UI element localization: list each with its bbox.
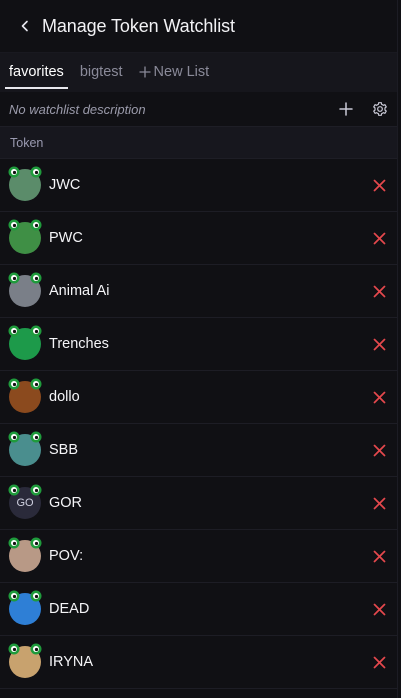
frog-eyes-icon: [8, 378, 42, 390]
remove-token-button[interactable]: [370, 547, 388, 565]
token-avatar-wrap: [8, 378, 42, 413]
token-name: PWC: [49, 230, 83, 246]
token-row[interactable]: IRYNA: [0, 636, 397, 689]
frog-eyes-icon: [8, 272, 42, 284]
page-title: Manage Token Watchlist: [42, 15, 235, 36]
frog-eyes-icon: [8, 325, 42, 337]
watchlist-panel: Manage Token Watchlist favorites bigtest…: [0, 0, 398, 698]
token-row[interactable]: JWC: [0, 159, 397, 212]
remove-token-button[interactable]: [370, 441, 388, 459]
remove-token-button[interactable]: [370, 282, 388, 300]
token-row[interactable]: PWC: [0, 212, 397, 265]
frog-eyes-icon: [8, 219, 42, 231]
token-name: SBB: [49, 442, 79, 458]
token-name: Animal Ai: [49, 283, 110, 299]
close-icon: [373, 232, 385, 244]
close-icon: [373, 550, 385, 562]
plus-icon: [339, 102, 353, 116]
chevron-left-icon: [21, 20, 28, 32]
token-row[interactable]: POV:: [0, 530, 397, 583]
new-list-label: New List: [153, 64, 210, 80]
close-icon: [373, 497, 385, 509]
token-list: JWC PWC Animal Ai Trenches dollo SBB GO GOR POV:…: [0, 159, 397, 689]
settings-button[interactable]: [371, 100, 389, 118]
header: Manage Token Watchlist: [0, 0, 397, 52]
token-avatar-wrap: [8, 590, 42, 625]
token-avatar-wrap: GO: [8, 484, 42, 519]
frog-eyes-icon: [8, 643, 42, 655]
token-column-header: Token: [0, 126, 397, 159]
token-row[interactable]: Animal Ai: [0, 265, 397, 318]
token-name: GOR: [49, 495, 83, 511]
frog-eyes-icon: [8, 166, 42, 178]
remove-token-button[interactable]: [370, 494, 388, 512]
close-icon: [373, 656, 385, 668]
column-header-label: Token: [10, 135, 44, 150]
close-icon: [373, 603, 385, 615]
token-avatar-wrap: [8, 643, 42, 678]
description-actions: [337, 100, 389, 118]
description-bar: No watchlist description: [0, 92, 397, 126]
frog-eyes-icon: [8, 590, 42, 602]
token-name: dollo: [49, 389, 80, 405]
tab-bigtest[interactable]: bigtest: [76, 60, 127, 85]
gear-icon: [373, 102, 387, 116]
close-icon: [373, 285, 385, 297]
frog-eyes-icon: [8, 431, 42, 443]
close-icon: [373, 444, 385, 456]
token-row[interactable]: GO GOR: [0, 477, 397, 530]
remove-token-button[interactable]: [370, 600, 388, 618]
token-name: JWC: [49, 177, 81, 193]
token-row[interactable]: Trenches: [0, 318, 397, 371]
token-name: Trenches: [49, 336, 109, 352]
frog-eyes-icon: [8, 537, 42, 549]
close-icon: [373, 391, 385, 403]
token-avatar-wrap: [8, 537, 42, 572]
token-name: IRYNA: [49, 654, 94, 670]
token-row[interactable]: DEAD: [0, 583, 397, 636]
token-name: DEAD: [49, 601, 90, 617]
remove-token-button[interactable]: [370, 335, 388, 353]
close-icon: [373, 338, 385, 350]
close-icon: [373, 179, 385, 191]
token-avatar-wrap: [8, 325, 42, 360]
back-button[interactable]: [16, 17, 34, 35]
new-list-button[interactable]: New List: [135, 60, 214, 85]
watchlist-tabs: favorites bigtest New List: [0, 52, 397, 92]
remove-token-button[interactable]: [370, 653, 388, 671]
token-avatar-wrap: [8, 166, 42, 201]
token-row[interactable]: dollo: [0, 371, 397, 424]
token-avatar-wrap: [8, 431, 42, 466]
token-name: POV:: [49, 548, 84, 564]
remove-token-button[interactable]: [370, 229, 388, 247]
token-avatar-wrap: [8, 219, 42, 254]
watchlist-description: No watchlist description: [9, 101, 146, 117]
token-avatar-wrap: [8, 272, 42, 307]
remove-token-button[interactable]: [370, 388, 388, 406]
remove-token-button[interactable]: [370, 176, 388, 194]
plus-icon: [138, 66, 151, 78]
add-token-button[interactable]: [337, 100, 355, 118]
tab-favorites[interactable]: favorites: [5, 60, 68, 89]
frog-eyes-icon: [8, 484, 42, 496]
token-row[interactable]: SBB: [0, 424, 397, 477]
